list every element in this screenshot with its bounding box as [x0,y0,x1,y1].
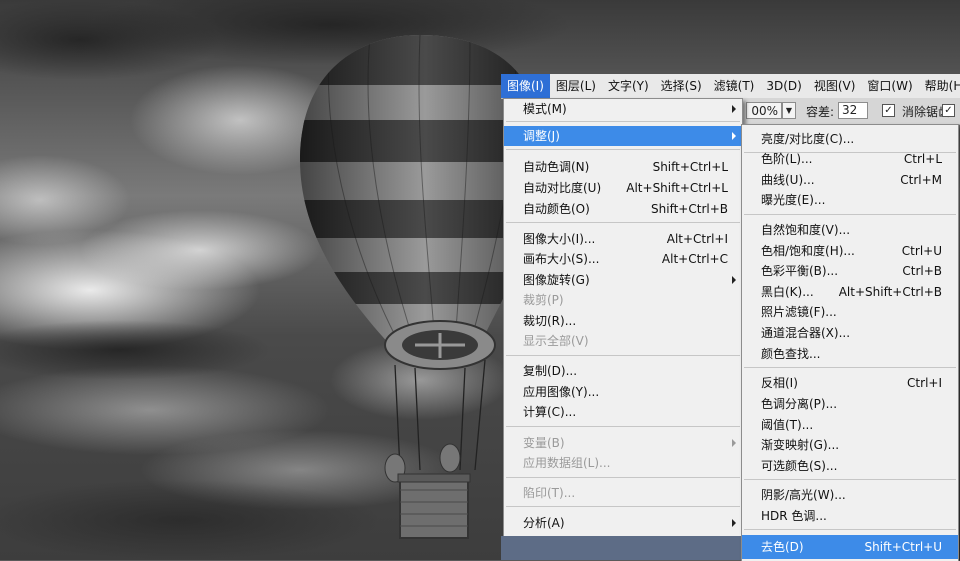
menu-item-variables: 变量(B) [504,433,742,453]
menu-separator [506,355,740,356]
menu-separator [506,222,740,223]
menu-select[interactable]: 选择(S) [655,74,708,98]
menu-type[interactable]: 文字(Y) [602,74,655,98]
antialias-checkbox[interactable]: ✓ [882,104,895,117]
menu-filter[interactable]: 滤镜(T) [708,74,761,98]
menu-item-vibrance[interactable]: 自然饱和度(V)... [742,220,958,240]
menu-image[interactable]: 图像(I) [501,74,550,98]
menu-item-auto-color[interactable]: 自动颜色(O) Shift+Ctrl+B [504,199,742,219]
menu-item-gradient-map[interactable]: 渐变映射(G)... [742,435,958,455]
menu-item-image-size[interactable]: 图像大小(I)... Alt+Ctrl+I [504,229,742,249]
image-menu: 模式(M) 调整(J) 自动色调(N) Shift+Ctrl+L 自动对比度(U)… [503,98,743,538]
menu-3d[interactable]: 3D(D) [760,74,807,98]
tolerance-input[interactable]: 32 [838,102,868,119]
menu-item-image-rotation[interactable]: 图像旋转(G) [504,270,742,290]
menu-help[interactable]: 帮助(H [919,74,960,98]
adjustments-submenu: 亮度/对比度(C)... 色阶(L)... Ctrl+L 曲线(U)... Ctrl… [741,124,959,561]
menu-separator [506,121,740,122]
menu-item-apply-image[interactable]: 应用图像(Y)... [504,382,742,402]
menu-separator [744,367,956,368]
menu-item-desaturate[interactable]: 去色(D) Shift+Ctrl+U [742,535,958,559]
menu-item-color-balance[interactable]: 色彩平衡(B)... Ctrl+B [742,261,958,281]
menu-item-levels[interactable]: 色阶(L)... Ctrl+L [742,149,958,169]
chevron-down-icon[interactable]: ▼ [782,102,796,119]
balloon-basket [399,477,469,539]
menu-item-black-white[interactable]: 黑白(K)... Alt+Shift+Ctrl+B [742,282,958,302]
menu-view[interactable]: 视图(V) [808,74,862,98]
menu-item-channel-mixer[interactable]: 通道混合器(X)... [742,323,958,343]
menu-item-duplicate[interactable]: 复制(D)... [504,361,742,381]
menu-item-auto-tone[interactable]: 自动色调(N) Shift+Ctrl+L [504,157,742,177]
menu-separator [506,149,740,150]
menu-item-trim[interactable]: 裁切(R)... [504,311,742,331]
tool-options-bar: 00% ▼ 容差: 32 ✓ 消除锯齿 ✓ [740,98,960,125]
menu-separator [744,479,956,480]
menu-item-color-lookup[interactable]: 颜色查找... [742,344,958,364]
menu-item-hdr-toning[interactable]: HDR 色调... [742,506,958,526]
submenu-arrow-icon [732,132,736,140]
submenu-arrow-icon [732,276,736,284]
menu-separator [506,426,740,427]
submenu-arrow-icon [732,105,736,113]
menu-window[interactable]: 窗口(W) [861,74,918,98]
menu-item-posterize[interactable]: 色调分离(P)... [742,394,958,414]
submenu-arrow-icon [732,439,736,447]
menu-item-invert[interactable]: 反相(I) Ctrl+I [742,373,958,393]
menu-item-canvas-size[interactable]: 画布大小(S)... Alt+Ctrl+C [504,249,742,269]
menu-item-shadows-highlights[interactable]: 阴影/高光(W)... [742,485,958,505]
menu-separator [744,214,956,215]
menu-separator [506,477,740,478]
menu-item-threshold[interactable]: 阈值(T)... [742,415,958,435]
check-icon: ✓ [884,105,893,116]
tolerance-label: 容差: [806,105,835,119]
menu-item-hue-saturation[interactable]: 色相/饱和度(H)... Ctrl+U [742,241,958,261]
menu-item-mode[interactable]: 模式(M) [504,99,742,119]
menu-separator [744,529,956,530]
menu-item-calculations[interactable]: 计算(C)... [504,402,742,422]
menu-item-exposure[interactable]: 曝光度(E)... [742,190,958,210]
menu-item-selective-color[interactable]: 可选颜色(S)... [742,456,958,476]
menu-separator [506,506,740,507]
menu-item-trap: 陷印(T)... [523,486,576,500]
menu-item-curves[interactable]: 曲线(U)... Ctrl+M [742,170,958,190]
menu-item-brightness-contrast[interactable]: 亮度/对比度(C)... [742,129,958,149]
submenu-arrow-icon [732,519,736,527]
menu-item-adjustments[interactable]: 调整(J) [504,126,742,146]
menu-item-analysis[interactable]: 分析(A) [504,513,742,533]
menu-layer[interactable]: 图层(L) [550,74,602,98]
menu-item-reveal-all: 显示全部(V) [523,334,589,348]
menu-item-auto-contrast[interactable]: 自动对比度(U) Alt+Shift+Ctrl+L [504,178,742,198]
menu-item-apply-data-set: 应用数据组(L)... [523,456,611,470]
menu-item-photo-filter[interactable]: 照片滤镜(F)... [742,302,958,322]
check-icon: ✓ [944,105,953,116]
contiguous-checkbox[interactable]: ✓ [942,104,955,117]
app-menubar: 图像(I) 图层(L) 文字(Y) 选择(S) 滤镜(T) 3D(D) 视图(V… [501,74,960,99]
canvas-strip [501,536,741,560]
menu-item-crop: 裁剪(P) [523,293,564,307]
opacity-field[interactable]: 00% [746,102,782,119]
